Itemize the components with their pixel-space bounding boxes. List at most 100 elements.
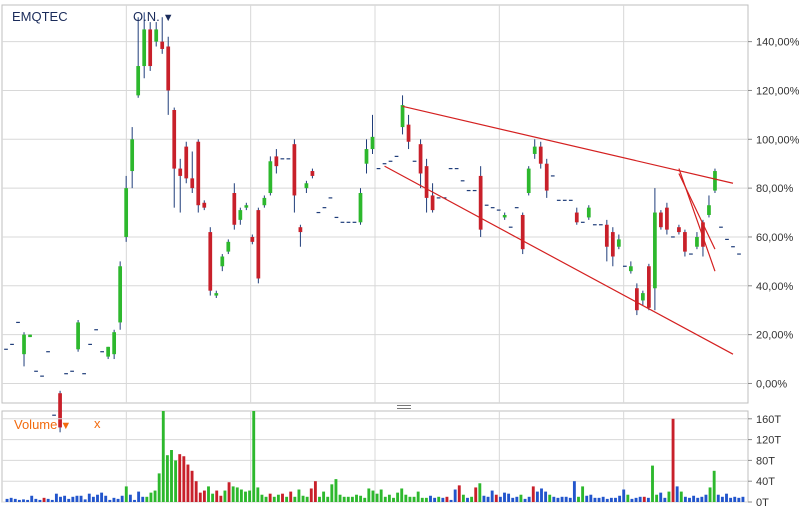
volume-bar [634, 497, 638, 502]
volume-bar [572, 481, 576, 502]
candle-body [142, 29, 147, 67]
volume-bar [490, 490, 494, 502]
volume-bar [523, 498, 527, 502]
volume-bar [622, 489, 626, 502]
volume-bar [638, 496, 642, 502]
volume-bar [470, 496, 474, 502]
volume-bar [642, 496, 646, 502]
candle-body [502, 214, 507, 218]
candle-body [418, 144, 423, 174]
candle [659, 210, 663, 230]
volume-bar [67, 498, 71, 502]
volume-bar [50, 499, 54, 502]
candle-body [232, 193, 237, 225]
volume-bar [194, 481, 198, 502]
candle-body [400, 105, 405, 128]
volume-bar [198, 492, 202, 502]
candle-body [184, 146, 189, 179]
candle-body [647, 266, 651, 308]
volume-bar [494, 494, 498, 502]
volume-bar [482, 495, 486, 502]
candle [208, 227, 213, 296]
volume-bar [244, 491, 247, 502]
volume-bar [589, 494, 593, 502]
volume-bar [461, 494, 465, 502]
volume-bar [688, 497, 691, 502]
candle-body [22, 334, 26, 355]
candle-body [160, 41, 165, 49]
candle [268, 156, 273, 196]
y-tick-label: 40,00% [756, 281, 794, 293]
volume-bar [498, 496, 502, 502]
candle-body [604, 224, 609, 247]
volume-bar [63, 495, 67, 502]
volume-bar [215, 490, 219, 502]
y-tick-label: 140,00% [756, 37, 800, 49]
volume-indicator-dropdown[interactable]: Volume ▼ [14, 417, 71, 432]
volume-bar [141, 496, 145, 502]
volume-bar [9, 497, 13, 502]
price-axis: 140,00% 120,00% 100,00% 80,00% 60,00% 40,00% 2… [748, 37, 800, 390]
volume-bar [416, 491, 420, 502]
volume-bar [219, 495, 223, 502]
volume-bar [626, 494, 630, 502]
volume-bar [326, 496, 330, 502]
volume-bar [223, 490, 227, 502]
volume-bar [531, 486, 535, 502]
volume-bar [104, 495, 108, 502]
candle-body [544, 163, 549, 191]
volume-bar [161, 411, 165, 502]
volume-bar [202, 490, 206, 502]
candle-body [136, 66, 141, 96]
volume-bar [359, 495, 363, 502]
candle-body [659, 212, 663, 228]
close-volume-button[interactable]: x [94, 416, 101, 431]
volume-bar [26, 499, 30, 502]
volume-bar [457, 485, 461, 502]
volume-bar [252, 411, 256, 502]
panel-resize-handle[interactable] [397, 405, 411, 411]
volume-bar [268, 493, 272, 502]
volume-bar [313, 481, 317, 502]
volume-bar [96, 494, 99, 502]
candle-body [214, 293, 219, 296]
volume-bar [564, 496, 568, 502]
volume-bar [153, 490, 157, 502]
volume-bar [5, 498, 9, 502]
volume-bar [281, 493, 284, 502]
volume-bar [733, 496, 737, 502]
volume-bar [309, 488, 313, 502]
volume-bar [170, 450, 173, 502]
chart-mode-dropdown[interactable]: O.N. ▼ [133, 9, 174, 24]
volume-bar [227, 482, 231, 502]
candle-body [124, 188, 129, 237]
volume-bar [605, 498, 609, 502]
volume-bar [548, 494, 552, 502]
volume-bar [207, 486, 210, 502]
volume-bar [630, 498, 634, 502]
volume-bar [137, 491, 141, 502]
volume-bar [466, 497, 469, 502]
volume-bar [614, 497, 617, 502]
volume-bar [305, 496, 309, 502]
volume-bar [581, 486, 585, 502]
candle-body [695, 236, 699, 247]
candle-body [364, 149, 369, 164]
candle-body [713, 171, 717, 191]
candle-body [112, 332, 117, 355]
volume-bar [342, 496, 346, 502]
candle-body [406, 124, 411, 142]
volume-bar [248, 490, 252, 502]
volume-bar [408, 496, 412, 502]
volume-bar [453, 489, 457, 502]
ticker-symbol: EMQTEC [12, 9, 68, 24]
chart-canvas: 140,00% 120,00% 100,00% 80,00% 60,00% 40,00% 2… [1, 4, 800, 507]
volume-bar [387, 494, 391, 502]
y-tick-label: 100,00% [756, 134, 800, 146]
volume-bar [165, 455, 169, 502]
volume-bar [544, 491, 548, 502]
candle-body [532, 146, 537, 154]
volume-bar [449, 499, 453, 502]
volume-tick-label: 160T [756, 414, 781, 426]
volume-bar [355, 494, 358, 502]
